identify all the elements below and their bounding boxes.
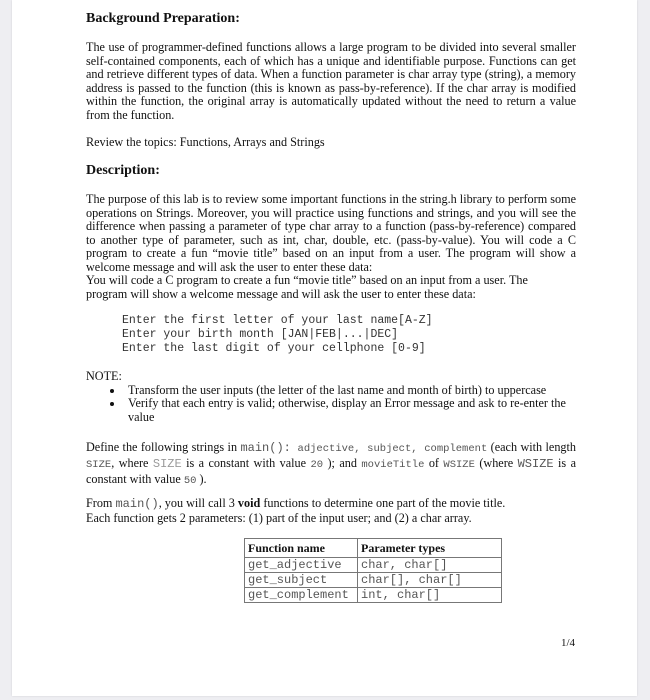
code-wsize: WSIZE: [443, 459, 475, 471]
header-function-name: Function name: [244, 538, 358, 558]
parameter-types-cell: char[], char[]: [357, 572, 502, 588]
table-row: get_adjective char, char[]: [244, 557, 502, 573]
void-keyword: void: [237, 496, 261, 510]
parameter-types-cell: int, char[]: [357, 587, 502, 603]
text: From: [86, 496, 116, 510]
text: , where: [111, 456, 153, 470]
notes-list: Transform the user inputs (the letter of…: [86, 383, 576, 425]
function-table: Function name Parameter types get_adject…: [244, 538, 502, 603]
code-main: main():: [240, 441, 291, 455]
note-item: Transform the user inputs (the letter of…: [124, 383, 576, 398]
input-prompts-code: Enter the first letter of your last name…: [122, 314, 612, 356]
parameters-line: Each function gets 2 parameters: (1) par…: [86, 510, 472, 525]
code-movie-title: movieTitle: [361, 459, 425, 471]
text: functions to determine one part of the m…: [260, 496, 506, 510]
description-heading: Description:: [86, 163, 160, 178]
note-item: Verify that each entry is valid; otherwi…: [124, 396, 576, 424]
code-size: SIZE: [86, 459, 112, 471]
review-topics: Review the topics: Functions, Arrays and…: [86, 135, 325, 149]
prompt-line: Enter the first letter of your last name…: [122, 314, 433, 327]
code-value-50: 50: [183, 475, 197, 487]
text: ); and: [323, 456, 362, 470]
table-header-row: Function name Parameter types: [244, 538, 502, 558]
code-value-20: 20: [310, 459, 324, 471]
function-name-cell: get_complement: [244, 587, 358, 603]
description-paragraph: The purpose of this lab is to review som…: [86, 192, 576, 274]
text: of: [424, 456, 444, 470]
text: is a constant with value: [181, 456, 311, 470]
from-main-paragraph: From main(), you will call 3 void functi…: [86, 496, 576, 525]
description-block: The purpose of this lab is to review som…: [86, 192, 576, 301]
note-label: NOTE:: [86, 369, 122, 383]
table-row: get_subject char[], char[]: [244, 572, 502, 588]
description-paragraph-repeat-2: program will show a welcome message and …: [86, 286, 476, 301]
prompt-line: Enter the last digit of your cellphone […: [122, 342, 426, 355]
code-size-highlight: SIZE: [152, 457, 182, 471]
text: , you will call 3: [158, 496, 238, 510]
header-parameter-types: Parameter types: [357, 538, 502, 558]
text: Define the following strings in: [86, 440, 241, 454]
define-strings-paragraph: Define the following strings in main(): …: [86, 440, 576, 488]
function-name-cell: get_adjective: [244, 557, 358, 573]
function-name-cell: get_subject: [244, 572, 358, 588]
code-main: main(): [115, 497, 159, 511]
document-page: Background Preparation: The use of progr…: [12, 0, 637, 696]
text: (where: [474, 456, 518, 470]
code-wsize-highlight: WSIZE: [517, 457, 554, 471]
parameter-types-cell: char, char[]: [357, 557, 502, 573]
notes-section: NOTE: Transform the user inputs (the let…: [86, 369, 576, 425]
function-table-wrapper: Function name Parameter types get_adject…: [244, 538, 502, 603]
background-heading: Background Preparation:: [86, 11, 240, 26]
background-paragraph: The use of programmer-defined functions …: [86, 40, 576, 122]
code-vars: adjective, subject, complement: [290, 443, 488, 455]
text: ).: [196, 472, 207, 486]
description-paragraph-repeat-1: You will code a C program to create a fu…: [86, 273, 528, 287]
text: (each with length: [487, 440, 576, 454]
table-row: get_complement int, char[]: [244, 587, 502, 603]
page-number: 1/4: [561, 637, 576, 649]
prompt-line: Enter your birth month [JAN|FEB|...|DEC]: [122, 328, 399, 341]
